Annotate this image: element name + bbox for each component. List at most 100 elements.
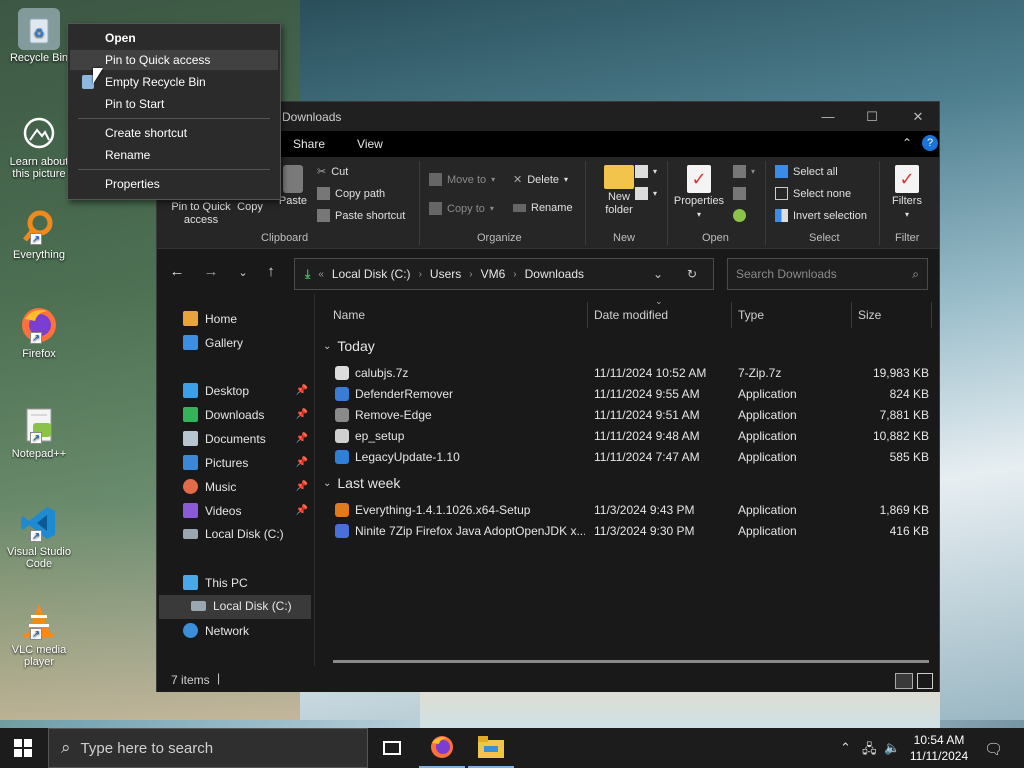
minimize-button[interactable]: — (805, 102, 851, 131)
column-separator[interactable] (931, 302, 932, 328)
collapse-ribbon-icon[interactable]: ⌃ (902, 136, 912, 150)
cut-button[interactable]: ✂ Cut (317, 165, 348, 179)
breadcrumb-downloads[interactable]: Downloads (525, 267, 584, 281)
table-row[interactable]: Ninite 7Zip Firefox Java AdoptOpenJDK x.… (317, 521, 937, 542)
column-header-date[interactable]: Date modified (594, 308, 668, 322)
column-header-type[interactable]: Type (738, 308, 764, 322)
horizontal-scrollbar[interactable] (333, 660, 929, 663)
column-separator[interactable] (731, 302, 732, 328)
group-header-today[interactable]: ⌄ Today (323, 338, 375, 354)
desktop-icon-recycle-bin[interactable]: ♻ Recycle Bin (4, 8, 74, 64)
menu-item-pin-quick-access[interactable]: Pin to Quick access (70, 50, 278, 70)
tab-share[interactable]: Share (277, 137, 341, 151)
pin-icon[interactable]: 📌 (296, 481, 308, 492)
network-icon[interactable]: 🖧 (862, 740, 877, 762)
pin-icon[interactable]: 📌 (296, 433, 308, 444)
taskbar-file-explorer[interactable] (468, 728, 514, 768)
easy-access-button[interactable]: ▾ (635, 187, 657, 200)
table-row[interactable]: ep_setup 11/11/2024 9:48 AM Application 10,… (317, 426, 937, 447)
show-hidden-icons-chevron[interactable]: ⌃ (840, 740, 851, 756)
nav-item-network[interactable]: Network (183, 623, 249, 638)
nav-item-pictures[interactable]: Pictures (183, 455, 248, 470)
nav-item-documents[interactable]: Documents (183, 431, 266, 446)
table-row[interactable]: LegacyUpdate-1.10 11/11/2024 7:47 AM Appli… (317, 447, 937, 468)
copy-path-button[interactable]: Copy path (317, 187, 385, 200)
help-icon[interactable]: ? (922, 135, 938, 151)
search-box[interactable]: Search Downloads ⌕ (727, 258, 928, 290)
column-separator[interactable] (587, 302, 588, 328)
menu-item-open[interactable]: Open (70, 28, 278, 48)
nav-item-home[interactable]: Home (183, 311, 237, 326)
table-row[interactable]: Everything-1.4.1.1026.x64-Setup 11/3/2024… (317, 500, 937, 521)
file-list[interactable]: Name ⌄ Date modified Type Size ⌄ Today ca… (317, 294, 939, 666)
paste-shortcut-button[interactable]: Paste shortcut (317, 209, 405, 222)
history-button[interactable] (733, 209, 746, 222)
start-button[interactable] (0, 728, 46, 768)
table-row[interactable]: calubjs.7z 11/11/2024 10:52 AM 7-Zip.7z 19,… (317, 363, 937, 384)
menu-item-pin-to-start[interactable]: Pin to Start (70, 94, 278, 114)
task-view-button[interactable] (369, 728, 415, 768)
nav-item-this-pc[interactable]: This PC (183, 575, 248, 590)
nav-item-local-disk-quick[interactable]: Local Disk (C:) (183, 527, 284, 541)
table-row[interactable]: Remove-Edge 11/11/2024 9:51 AM Application… (317, 405, 937, 426)
nav-item-downloads[interactable]: Downloads (183, 407, 264, 422)
new-item-button[interactable]: ▾ (635, 165, 657, 178)
copy-to-button[interactable]: Copy to ▾ (429, 202, 494, 215)
desktop-icon-learn-about-picture[interactable]: Learn about this picture (4, 112, 74, 180)
address-dropdown-icon[interactable]: ⌄ (653, 267, 663, 281)
column-header-size[interactable]: Size (858, 308, 881, 322)
column-header-name[interactable]: Name (333, 308, 365, 322)
address-bar[interactable]: ⤓ « Local Disk (C:) › Users › VM6 › Down… (294, 258, 714, 290)
table-row[interactable]: DefenderRemover 11/11/2024 9:55 AM Applica… (317, 384, 937, 405)
nav-item-gallery[interactable]: Gallery (183, 335, 243, 350)
menu-item-properties[interactable]: Properties (70, 174, 278, 194)
pin-icon[interactable]: 📌 (296, 385, 308, 396)
pin-quick-access-button[interactable]: Pin to Quick access (163, 201, 239, 227)
volume-muted-icon[interactable]: 🔈 (884, 740, 900, 756)
group-header-last-week[interactable]: ⌄ Last week (323, 475, 400, 491)
delete-button[interactable]: ✕ Delete ▾ (513, 173, 568, 187)
notifications-icon[interactable]: 🗨 (984, 740, 1003, 758)
properties-button[interactable]: ✓ Properties ▾ (671, 165, 727, 221)
desktop-icon-vlc[interactable]: ↗ VLC media player (4, 600, 74, 668)
edit-button[interactable] (733, 187, 746, 200)
large-icons-view-icon[interactable] (917, 673, 933, 689)
details-view-icon[interactable] (895, 673, 913, 689)
nav-item-music[interactable]: Music (183, 479, 236, 494)
maximize-button[interactable]: ☐ (849, 102, 895, 131)
nav-item-local-disk[interactable]: Local Disk (C:) (191, 599, 292, 613)
close-button[interactable]: ✕ (895, 102, 941, 131)
pin-icon[interactable]: 📌 (296, 409, 308, 420)
taskbar-search[interactable]: ⌕ Type here to search (48, 728, 368, 768)
taskbar-firefox[interactable] (419, 728, 465, 768)
desktop-icon-notepad-plus-plus[interactable]: ↗ Notepad++ (4, 404, 74, 460)
invert-selection-button[interactable]: Invert selection (775, 209, 867, 222)
back-arrow-icon[interactable]: ← (167, 263, 187, 280)
breadcrumb-local-disk[interactable]: Local Disk (C:) (332, 267, 411, 281)
column-separator[interactable] (851, 302, 852, 328)
pin-icon[interactable]: 📌 (296, 505, 308, 516)
breadcrumb-users[interactable]: Users (430, 267, 461, 281)
move-to-button[interactable]: Move to ▾ (429, 173, 495, 186)
pin-icon[interactable]: 📌 (296, 457, 308, 468)
select-all-button[interactable]: Select all (775, 165, 838, 178)
select-none-button[interactable]: Select none (775, 187, 851, 200)
refresh-icon[interactable]: ↻ (687, 267, 697, 281)
filters-button[interactable]: ✓ Filters ▾ (885, 165, 929, 221)
tab-view[interactable]: View (341, 137, 399, 151)
copy-button[interactable]: Copy (235, 201, 265, 214)
menu-item-create-shortcut[interactable]: Create shortcut (70, 123, 278, 143)
nav-item-desktop[interactable]: Desktop (183, 383, 249, 398)
open-button[interactable]: ▾ (733, 165, 755, 178)
recent-locations-chevron-icon[interactable]: ⌄ (233, 266, 253, 279)
desktop-icon-everything[interactable]: ↗ Everything (4, 205, 74, 261)
paste-button[interactable]: Paste (276, 165, 310, 208)
desktop-icon-firefox[interactable]: ↗ Firefox (4, 304, 74, 360)
nav-item-videos[interactable]: Videos (183, 503, 241, 518)
search-input[interactable]: Search Downloads (736, 267, 837, 281)
taskbar-search-input[interactable]: Type here to search (81, 740, 214, 757)
rename-button[interactable]: Rename (513, 202, 573, 214)
up-arrow-icon[interactable]: ↑ (261, 263, 281, 280)
menu-item-rename[interactable]: Rename (70, 145, 278, 165)
desktop-icon-vscode[interactable]: ↗ Visual Studio Code (4, 502, 74, 570)
